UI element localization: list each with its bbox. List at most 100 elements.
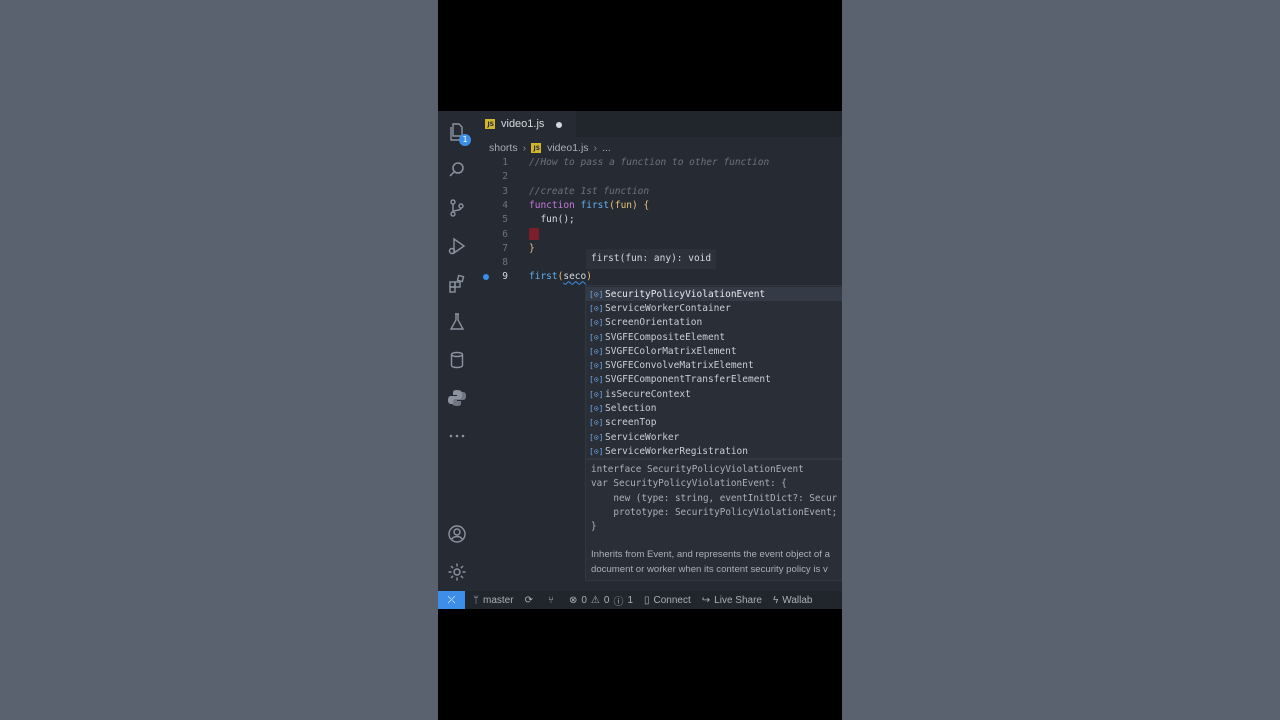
- suggestion-item[interactable]: [⊙] screenTop: [586, 416, 842, 430]
- variable-icon: [⊙]: [589, 289, 604, 299]
- suggestion-label: isSecureContext: [605, 388, 691, 400]
- run-debug-icon[interactable]: [446, 235, 468, 257]
- tab-video1-js[interactable]: JS video1.js: [476, 111, 576, 137]
- problems-status[interactable]: ⊗ 0 ⚠ 0 ⓘ 1: [569, 593, 633, 608]
- remote-indicator-icon[interactable]: ⤫: [438, 591, 465, 609]
- suggestion-item[interactable]: [⊙] ServiceWorker: [586, 430, 842, 444]
- code-text: }: [529, 242, 535, 254]
- breadcrumb-folder[interactable]: shorts: [489, 142, 518, 154]
- function-name: first: [580, 199, 610, 211]
- doc-code-line: interface SecurityPolicyViolationEvent: [591, 464, 804, 475]
- variable-icon: [⊙]: [589, 389, 604, 399]
- breadcrumb-file[interactable]: video1.js: [547, 142, 588, 154]
- variable-icon: [⊙]: [589, 375, 604, 385]
- line-number: 5: [502, 214, 508, 226]
- testing-flask-icon[interactable]: [446, 311, 468, 333]
- code-line[interactable]: 1 //How to pass a function to other func…: [476, 156, 842, 170]
- more-icon[interactable]: [446, 425, 468, 447]
- suggestion-item[interactable]: [⊙] SVGFECompositeElement: [586, 330, 842, 344]
- database-icon: ▯: [644, 594, 650, 606]
- suggestion-list[interactable]: [⊙] SecurityPolicyViolationEvent [⊙] Servi…: [585, 285, 842, 459]
- suggestion-label: screenTop: [605, 417, 657, 429]
- suggestion-item[interactable]: [⊙] SVGFEColorMatrixElement: [586, 344, 842, 358]
- code-line[interactable]: 3 //create 1st function: [476, 185, 842, 199]
- warning-icon: ⚠: [590, 594, 600, 606]
- suggestion-item[interactable]: [⊙] isSecureContext: [586, 387, 842, 401]
- doc-code-line: new (type: string, eventInitDict?: Secur: [591, 492, 838, 504]
- breadcrumb-ellipsis[interactable]: ...: [602, 142, 611, 154]
- activity-bar: 1: [438, 111, 476, 591]
- typed-argument: seco: [563, 271, 587, 283]
- variable-icon: [⊙]: [589, 404, 604, 414]
- error-icon: ⊗: [568, 594, 578, 606]
- suggestion-item[interactable]: [⊙] Selection: [586, 401, 842, 415]
- database-icon[interactable]: [446, 349, 468, 371]
- account-icon[interactable]: [446, 523, 468, 545]
- live-share-label: Live Share: [714, 594, 762, 606]
- live-share-status[interactable]: ↪ Live Share: [702, 595, 762, 606]
- unsaved-dot-icon[interactable]: [556, 122, 562, 128]
- git-branch-icon: ᛘ: [473, 594, 479, 606]
- variable-icon: [⊙]: [589, 303, 604, 313]
- connect-status[interactable]: ▯ Connect: [644, 595, 691, 606]
- code-text: //create 1st function: [529, 185, 650, 197]
- source-control-icon[interactable]: [446, 197, 468, 219]
- signature-hint: first(fun: any): void: [586, 249, 717, 269]
- suggestion-item[interactable]: [⊙] ServiceWorkerContainer: [586, 301, 842, 315]
- code-text: first(seco): [529, 270, 592, 284]
- code-line-active[interactable]: 9 first(seco): [476, 270, 842, 284]
- line-number: 2: [502, 171, 508, 183]
- variable-icon: [⊙]: [589, 332, 604, 342]
- connect-label: Connect: [653, 594, 691, 606]
- line-number: 8: [502, 257, 508, 269]
- tab-bar: JS video1.js: [476, 111, 842, 137]
- code-line[interactable]: 4 function first(fun) {: [476, 199, 842, 213]
- suggestion-label: SVGFEConvolveMatrixElement: [605, 360, 754, 372]
- variable-icon: [⊙]: [589, 318, 604, 328]
- info-icon: ⓘ: [613, 596, 624, 608]
- line-number: 6: [502, 228, 508, 240]
- search-icon[interactable]: [446, 159, 468, 181]
- suggestion-item[interactable]: [⊙] SVGFEConvolveMatrixElement: [586, 359, 842, 373]
- variable-icon: [⊙]: [589, 432, 604, 442]
- suggestion-item[interactable]: [⊙] ScreenOrientation: [586, 316, 842, 330]
- paren: ): [586, 271, 592, 283]
- variable-icon: [⊙]: [589, 418, 604, 428]
- sync-status[interactable]: ⟳: [525, 595, 537, 606]
- code-line[interactable]: 6: [476, 228, 842, 242]
- settings-gear-icon[interactable]: [446, 561, 468, 583]
- info-count: 1: [627, 594, 633, 606]
- suggestion-details[interactable]: interface SecurityPolicyViolationEvent v…: [585, 459, 842, 581]
- doc-code-line: }: [591, 521, 597, 533]
- doc-description: Inherits from Event, and represents the …: [591, 549, 830, 560]
- branch-name: master: [483, 594, 514, 606]
- python-icon[interactable]: [446, 387, 468, 409]
- variable-icon: [⊙]: [589, 361, 604, 371]
- tab-label: video1.js: [501, 118, 545, 130]
- code-line[interactable]: 5 fun();: [476, 213, 842, 227]
- lightning-icon: ϟ: [772, 594, 779, 606]
- graph-status[interactable]: ⑂: [548, 595, 558, 606]
- suggestion-item[interactable]: [⊙] ServiceWorkerRegistration: [586, 444, 842, 458]
- suggestion-item[interactable]: [⊙] SVGFEComponentTransferElement: [586, 373, 842, 387]
- parameter: fun: [614, 199, 633, 211]
- extensions-icon[interactable]: [446, 273, 468, 295]
- js-file-icon: JS: [531, 143, 542, 153]
- suggestion-label: Selection: [605, 403, 657, 415]
- line-number: 1: [502, 157, 508, 168]
- doc-code-line: prototype: SecurityPolicyViolationEvent;: [591, 506, 838, 518]
- code-text: function first(fun) {: [529, 199, 649, 213]
- chevron-right-icon: ›: [522, 142, 527, 154]
- code-line[interactable]: 2: [476, 170, 842, 184]
- suggestion-label: SVGFEColorMatrixElement: [605, 345, 737, 357]
- suggestion-item[interactable]: [⊙] SecurityPolicyViolationEvent: [586, 287, 842, 302]
- function-call: first: [529, 271, 558, 283]
- live-share-icon: ↪: [701, 594, 711, 606]
- explorer-icon[interactable]: 1: [446, 121, 471, 146]
- video-frame: 1 JS video1.js shorts › JS video1.js › .…: [438, 0, 842, 720]
- branch-status[interactable]: ᛘ master: [473, 595, 514, 606]
- suggestion-label: ServiceWorkerRegistration: [605, 445, 748, 457]
- keyword: function: [529, 199, 575, 211]
- git-graph-icon: ⑂: [547, 594, 554, 606]
- wallaby-status[interactable]: ϟ Wallab: [773, 595, 813, 606]
